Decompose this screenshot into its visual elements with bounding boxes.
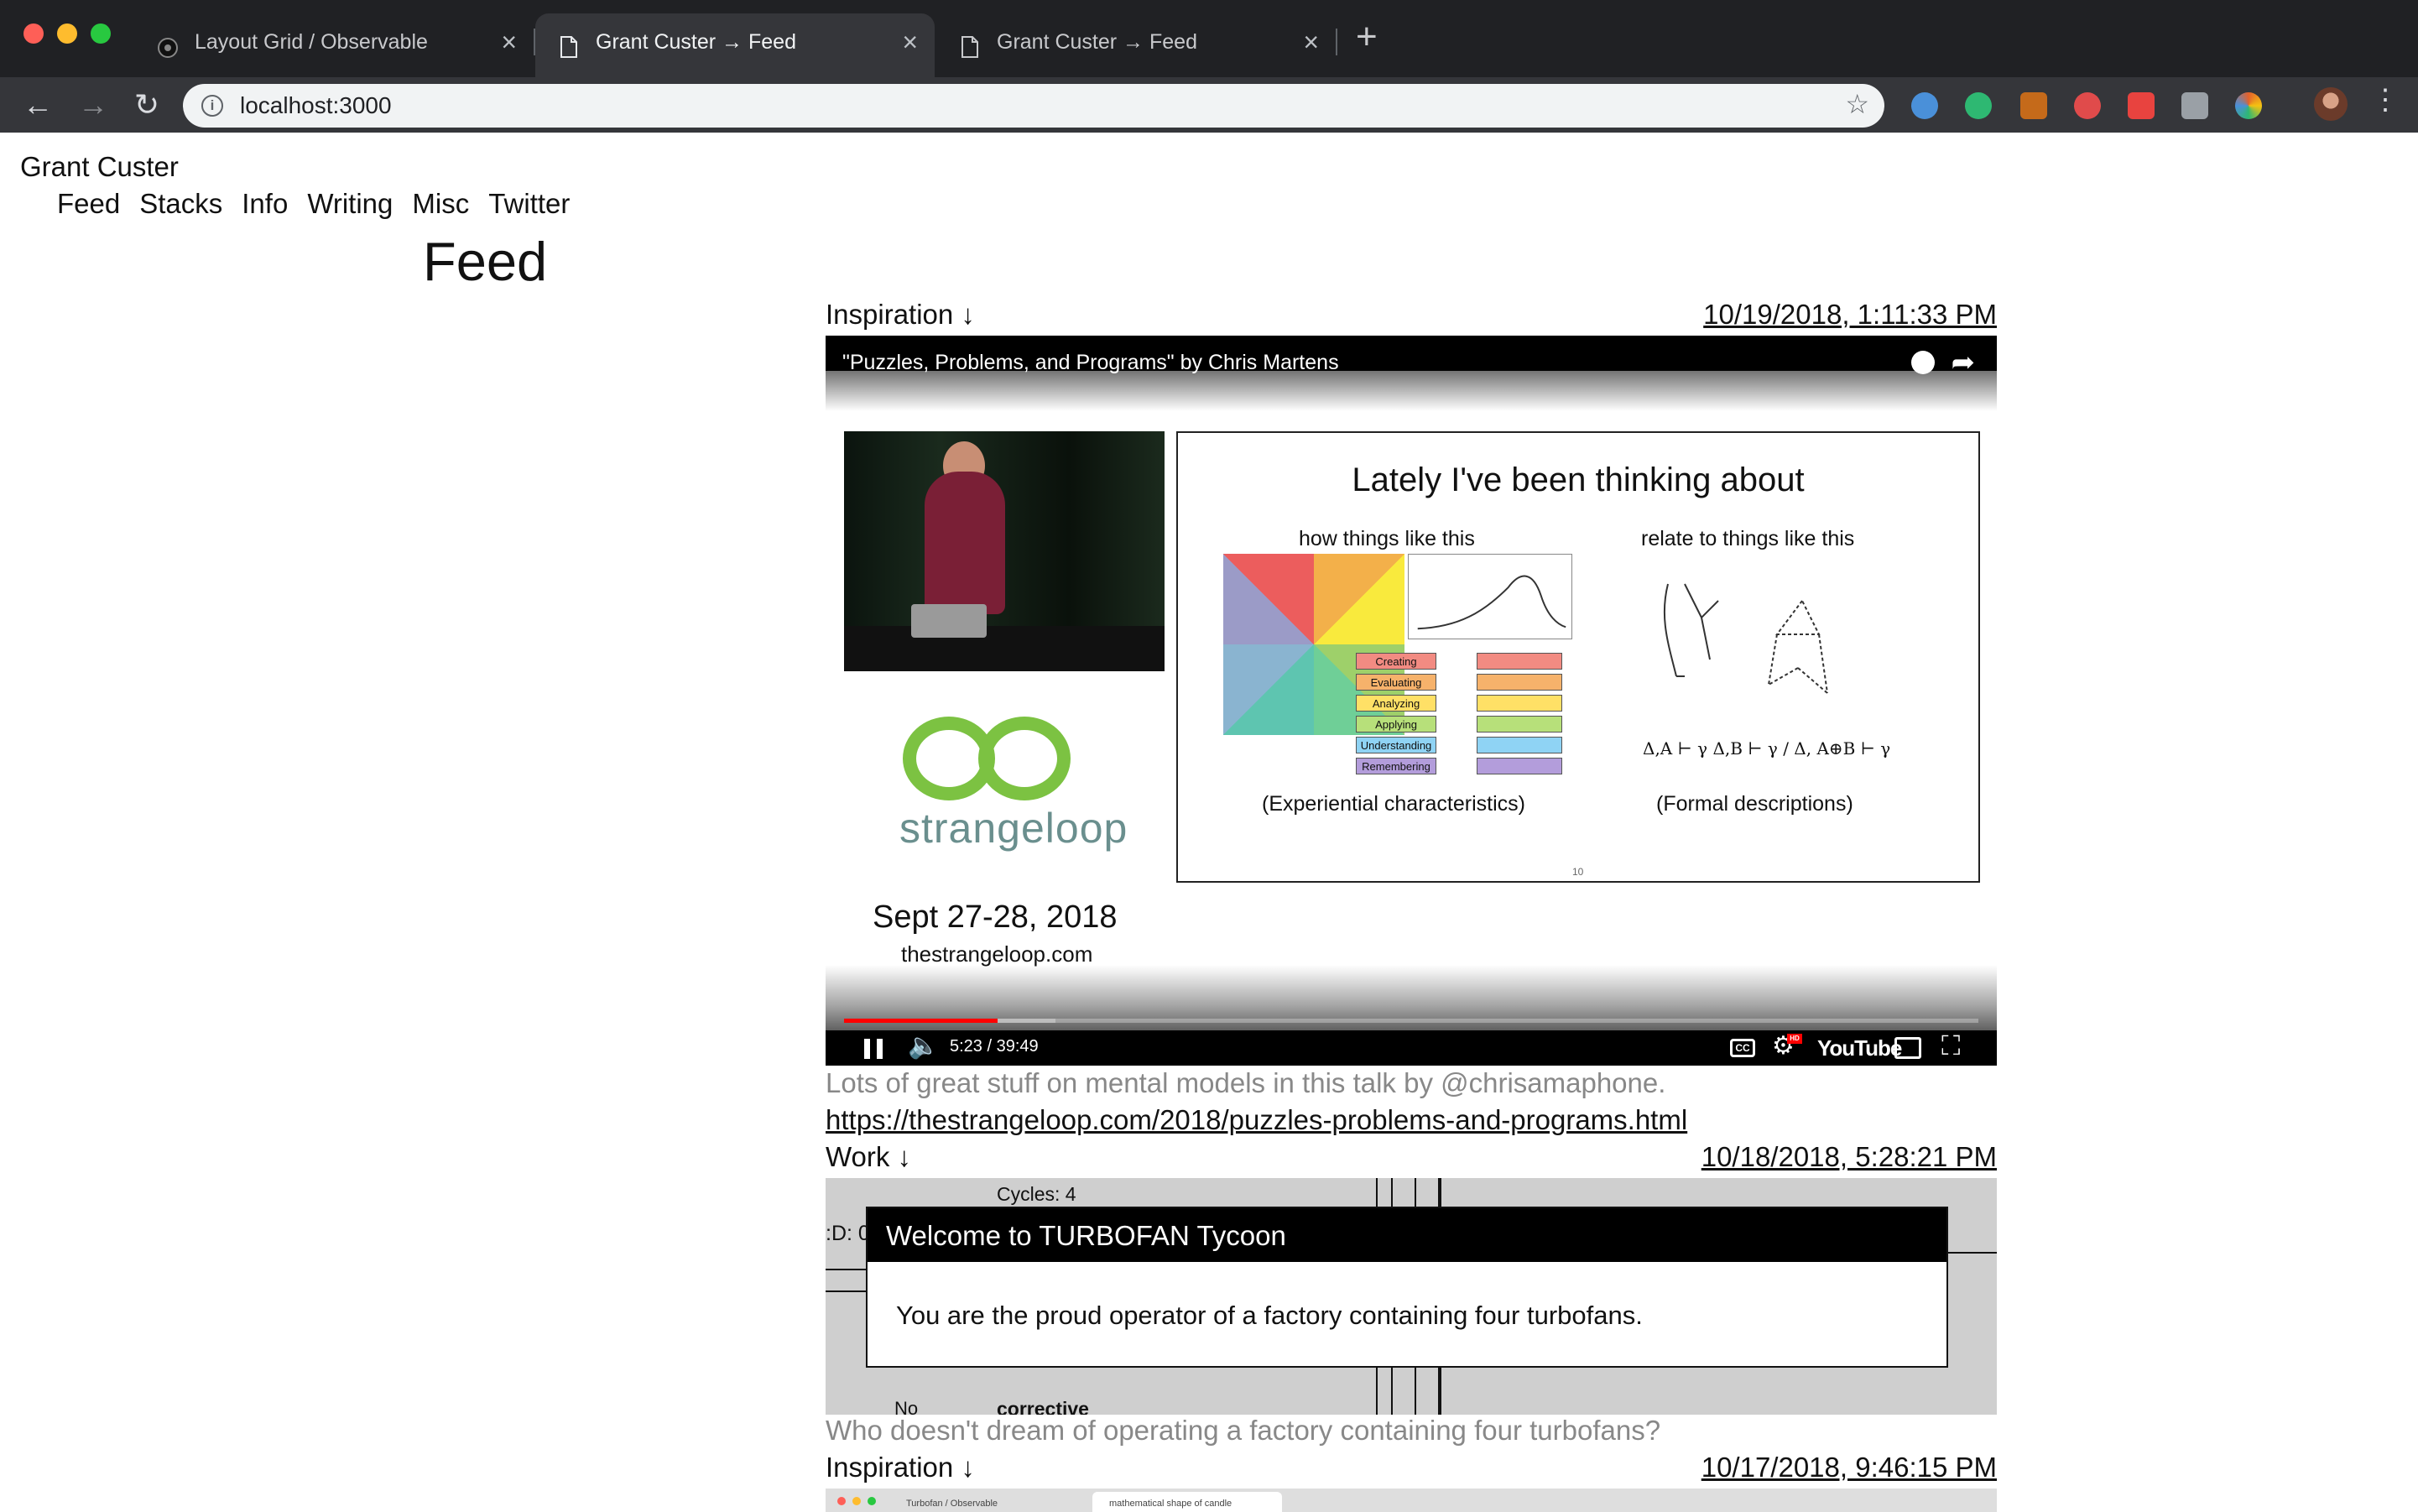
- extension-icon[interactable]: [1965, 92, 1992, 119]
- hd-badge: HD: [1787, 1034, 1802, 1044]
- screenshot-tab-title: Turbofan / Observable: [906, 1499, 998, 1509]
- exit-fullscreen-icon[interactable]: ⛶: [1941, 1032, 1960, 1059]
- youtube-logo-link[interactable]: YouTube: [1817, 1035, 1902, 1061]
- conference-site: thestrangeloop.com: [901, 941, 1093, 967]
- blooms-taxonomy-stack: Creating Evaluating Analyzing Applying U…: [1356, 653, 1572, 779]
- info-icon[interactable]: i: [201, 95, 223, 117]
- video-title[interactable]: "Puzzles, Problems, and Programs" by Chr…: [842, 351, 1339, 375]
- nav-twitter[interactable]: Twitter: [488, 188, 570, 220]
- pause-icon[interactable]: [864, 1039, 883, 1059]
- screenshot-traffic-light: [868, 1497, 876, 1505]
- screenshot-traffic-light: [837, 1497, 846, 1505]
- post-category[interactable]: Work ↓: [826, 1141, 911, 1173]
- browser-toolbar: ← → ↻ i localhost:3000 ☆ ⋮: [0, 77, 2418, 133]
- close-window-button[interactable]: [23, 23, 44, 44]
- page-title: Feed: [423, 231, 548, 292]
- site-nav: Feed Stacks Info Writing Misc Twitter: [57, 188, 570, 220]
- no-label: No: [894, 1398, 919, 1415]
- slide-left-heading: how things like this: [1299, 527, 1475, 550]
- tab-grant-custer-feed[interactable]: Grant Custer → Feed ×: [936, 13, 1336, 77]
- close-icon[interactable]: ×: [1303, 29, 1319, 55]
- slide-left-caption: (Experiential characteristics): [1262, 792, 1525, 816]
- cast-icon[interactable]: [1894, 1037, 1921, 1059]
- welcome-modal[interactable]: Welcome to TURBOFAN Tycoon You are the p…: [866, 1207, 1948, 1368]
- post-description: Lots of great stuff on mental models in …: [826, 1067, 1666, 1098]
- document-icon: [560, 36, 577, 58]
- post-description: Who doesn't dream of operating a factory…: [826, 1415, 1661, 1446]
- avatar[interactable]: [2314, 87, 2348, 121]
- nav-misc[interactable]: Misc: [412, 188, 469, 220]
- browser-screenshot-image[interactable]: Turbofan / Observable mathematical shape…: [826, 1489, 1997, 1512]
- conference-dates: Sept 27-28, 2018: [873, 899, 1118, 935]
- nav-stacks[interactable]: Stacks: [139, 188, 222, 220]
- strategy-value: corrective: [997, 1398, 1089, 1415]
- post-category[interactable]: Inspiration ↓: [826, 299, 975, 331]
- document-icon: [961, 36, 978, 58]
- menu-dots-icon[interactable]: ⋮: [2371, 86, 2400, 114]
- background-fragment: :D: 0: [826, 1222, 870, 1245]
- post-date-link[interactable]: 10/18/2018, 5:28:21 PM: [1701, 1141, 1997, 1173]
- back-arrow-icon[interactable]: ←: [18, 86, 57, 124]
- presentation-slide: Lately I've been thinking about how thin…: [1176, 431, 1980, 883]
- close-icon[interactable]: ×: [501, 29, 517, 55]
- formal-rule: Δ,A ⊢ γ Δ,B ⊢ γ / Δ, A⊕B ⊢ γ: [1643, 738, 1891, 759]
- post-date-link[interactable]: 10/19/2018, 1:11:33 PM: [1703, 299, 1997, 331]
- forward-arrow-icon[interactable]: →: [74, 86, 112, 124]
- shield-icon[interactable]: [2074, 92, 2101, 119]
- captions-icon[interactable]: CC: [1730, 1039, 1755, 1057]
- tab-layout-grid[interactable]: Layout Grid / Observable ×: [134, 13, 534, 77]
- extension-icon[interactable]: [2128, 92, 2155, 119]
- logo-wordmark: strangeloop: [899, 805, 1128, 852]
- tab-title: Grant Custer → Feed: [997, 30, 1197, 54]
- modal-header: Welcome to TURBOFAN Tycoon: [868, 1208, 1946, 1262]
- close-icon[interactable]: ×: [902, 29, 918, 55]
- cycles-label: Cycles: 4: [997, 1183, 1076, 1205]
- post-date-link[interactable]: 10/17/2018, 9:46:15 PM: [1701, 1452, 1997, 1483]
- nav-writing[interactable]: Writing: [307, 188, 393, 220]
- star-icon[interactable]: ☆: [1845, 91, 1869, 117]
- slide-right-heading: relate to things like this: [1641, 527, 1855, 550]
- minimize-window-button[interactable]: [57, 23, 77, 44]
- modal-body: You are the proud operator of a factory …: [896, 1301, 1643, 1330]
- volume-icon[interactable]: 🔈: [908, 1034, 939, 1059]
- post-source-link[interactable]: https://thestrangeloop.com/2018/puzzles-…: [826, 1104, 1687, 1136]
- tab-title: Layout Grid / Observable: [195, 30, 428, 54]
- screenshot-traffic-light: [852, 1497, 861, 1505]
- new-tab-button[interactable]: +: [1356, 18, 1378, 55]
- slide-title: Lately I've been thinking about: [1352, 461, 1805, 498]
- watch-later-icon[interactable]: [1911, 351, 1935, 374]
- observable-icon: [158, 38, 178, 58]
- youtube-video-embed[interactable]: strangeloop Sept 27-28, 2018 thestrangel…: [826, 336, 1997, 1066]
- color-picker-icon[interactable]: [2235, 92, 2262, 119]
- tab-title: Grant Custer → Feed: [596, 30, 796, 54]
- nav-feed[interactable]: Feed: [57, 188, 120, 220]
- slide-right-caption: (Formal descriptions): [1656, 792, 1853, 816]
- formal-diagram-sketch: [1663, 583, 1828, 694]
- maximize-window-button[interactable]: [91, 23, 111, 44]
- extension-icon[interactable]: [2020, 92, 2047, 119]
- slide-page-number: 10: [1572, 866, 1584, 878]
- tab-separator: [1336, 29, 1337, 55]
- screenshot-tab-title: mathematical shape of candle: [1092, 1492, 1282, 1512]
- post-category[interactable]: Inspiration ↓: [826, 1452, 975, 1483]
- share-icon[interactable]: ➦: [1952, 346, 1976, 379]
- video-time: 5:23 / 39:49: [950, 1037, 1039, 1056]
- site-title[interactable]: Grant Custer: [20, 151, 179, 183]
- nav-info[interactable]: Info: [242, 188, 288, 220]
- browser-tab-bar: Layout Grid / Observable × Grant Custer …: [0, 0, 2418, 77]
- reload-icon[interactable]: ↻: [128, 86, 166, 124]
- extension-icon[interactable]: [1911, 92, 1938, 119]
- strangeloop-logo: [978, 717, 1071, 800]
- speaker-video-frame: [844, 431, 1165, 671]
- modal-title: Welcome to TURBOFAN Tycoon: [886, 1220, 1286, 1251]
- tab-grant-custer-feed-active[interactable]: Grant Custer → Feed ×: [535, 13, 935, 77]
- narrative-curve-graph: [1408, 554, 1572, 639]
- video-progress-fill[interactable]: [844, 1019, 998, 1023]
- turbofan-tycoon-embed[interactable]: Cycles: 4 :D: 0 STRATEGY: corrective No …: [826, 1178, 1997, 1415]
- picture-in-picture-icon[interactable]: [2181, 92, 2208, 119]
- video-control-bar: 🔈 5:23 / 39:49 CC ⚙ HD YouTube ⛶: [826, 1030, 1997, 1066]
- url-text[interactable]: localhost:3000: [240, 92, 392, 119]
- address-bar[interactable]: i localhost:3000 ☆: [183, 84, 1884, 128]
